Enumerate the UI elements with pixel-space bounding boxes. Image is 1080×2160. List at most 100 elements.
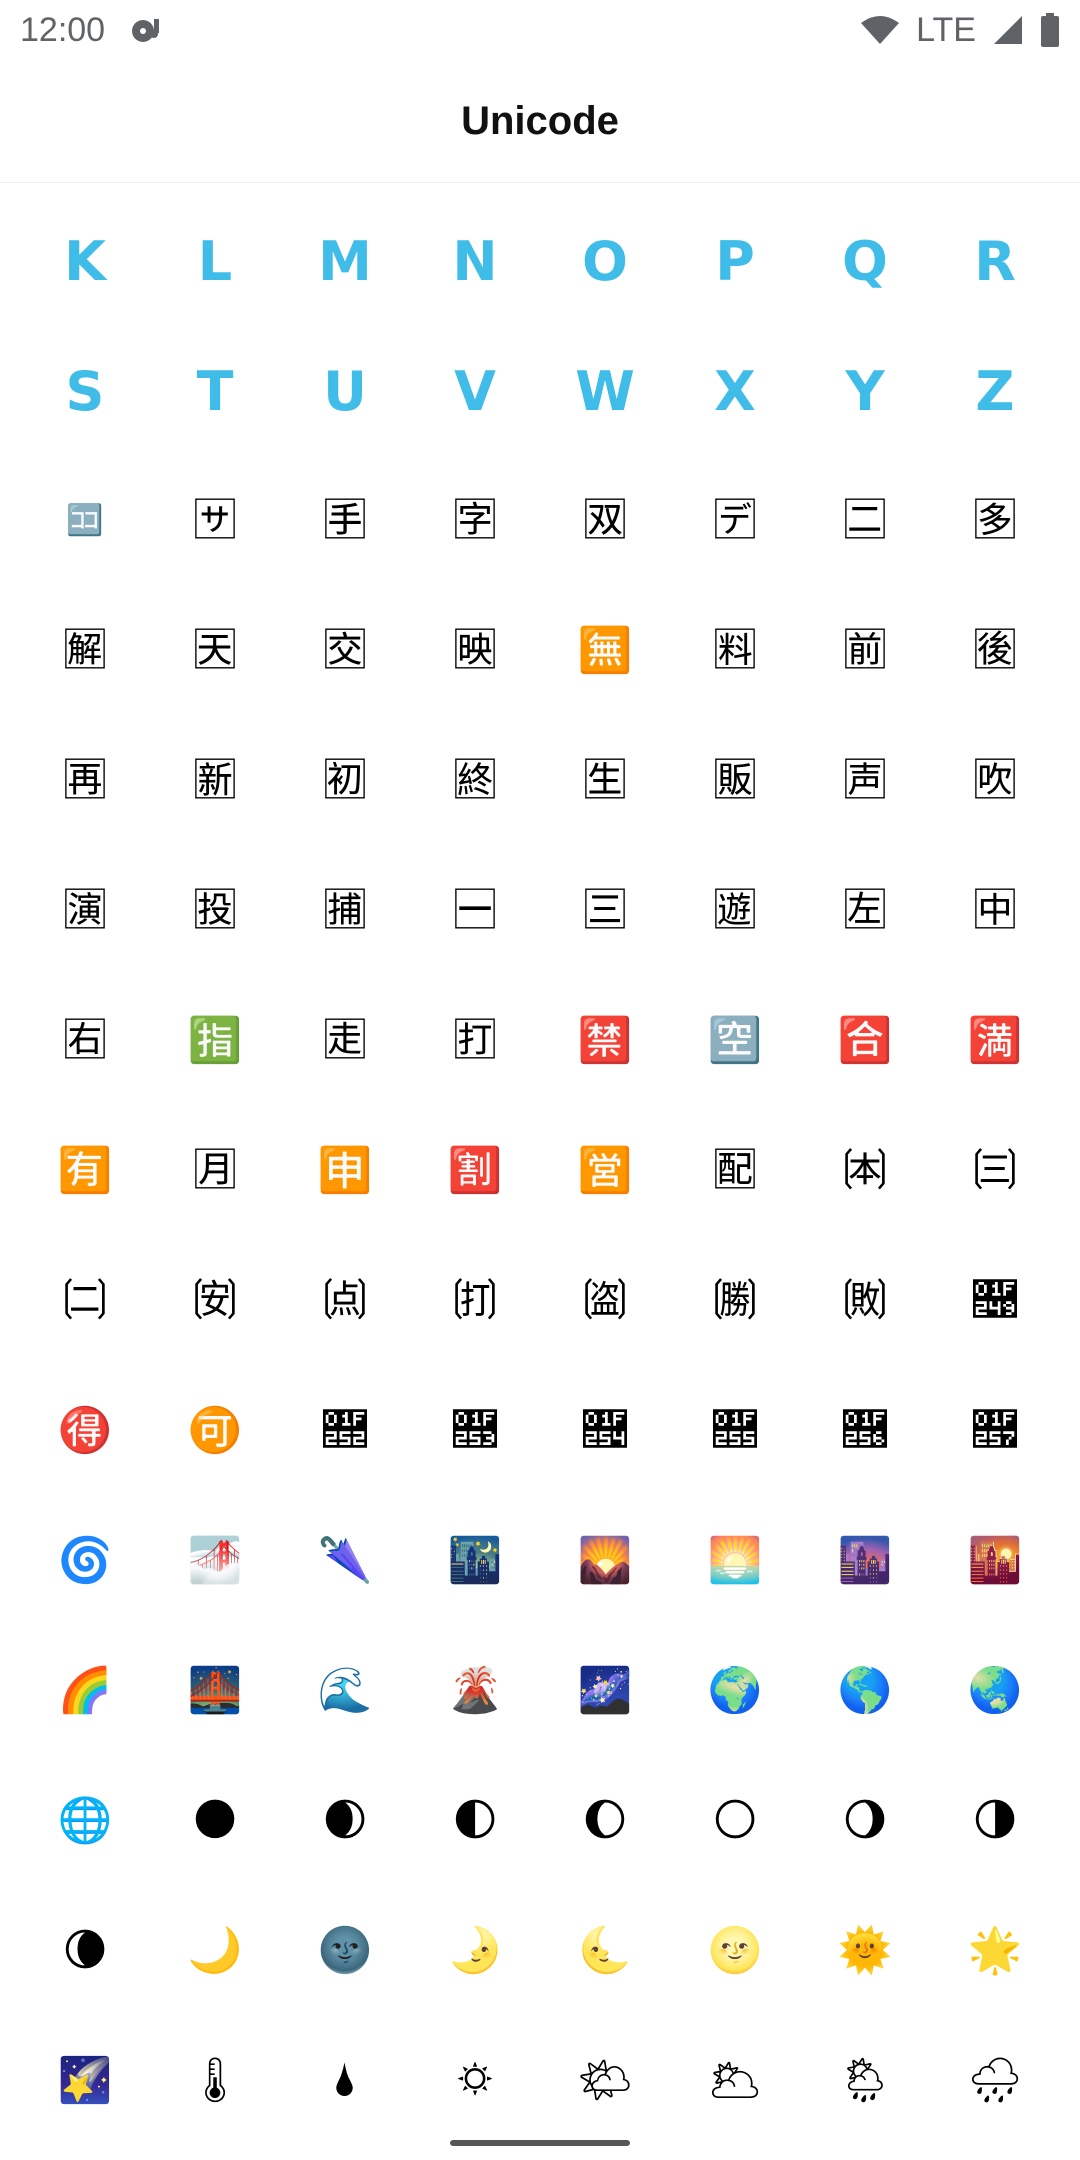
grid-cell-glyph[interactable]: 🈱 <box>410 976 540 1106</box>
grid-cell-letter[interactable]: O <box>540 196 670 326</box>
grid-cell-glyph[interactable]: 🌧 <box>930 2016 1060 2146</box>
grid-cell-glyph[interactable]: 🌌 <box>540 1626 670 1756</box>
grid-cell-glyph[interactable]: 🌡 <box>150 2016 280 2146</box>
grid-cell-glyph[interactable]: 🌙 <box>150 1886 280 2016</box>
grid-cell-glyph[interactable]: 🌖 <box>800 1756 930 1886</box>
grid-cell-glyph[interactable]: 🌂 <box>280 1496 410 1626</box>
grid-cell-glyph[interactable]: 🌀 <box>20 1496 150 1626</box>
grid-cell-glyph[interactable]: 🌎 <box>800 1626 930 1756</box>
grid-cell-letter[interactable]: X <box>670 326 800 456</box>
grid-cell-glyph[interactable]: 🌐 <box>20 1756 150 1886</box>
grid-cell-glyph[interactable]: 🈳 <box>670 976 800 1106</box>
grid-cell-glyph[interactable]: 🌕 <box>670 1756 800 1886</box>
grid-cell-glyph[interactable]: 🉅 <box>410 1236 540 1366</box>
grid-cell-glyph[interactable]: 🌛 <box>410 1886 540 2016</box>
grid-cell-glyph[interactable]: 🈨 <box>280 846 410 976</box>
grid-cell-glyph[interactable]: 🈚 <box>540 586 670 716</box>
grid-cell-glyph[interactable]: 🉈 <box>800 1236 930 1366</box>
grid-cell-glyph[interactable]: 🌜 <box>540 1886 670 2016</box>
grid-cell-glyph[interactable]: 🌈 <box>20 1626 150 1756</box>
grid-cell-glyph[interactable]: 🈒 <box>540 456 670 586</box>
grid-cell-glyph[interactable]: 🌗 <box>930 1756 1060 1886</box>
grid-cell-glyph[interactable]: 🈡 <box>410 716 540 846</box>
grid-cell-letter[interactable]: S <box>20 326 150 456</box>
grid-cell-glyph[interactable]: 🈖 <box>20 586 150 716</box>
grid-cell-glyph[interactable]: 🌠 <box>20 2016 150 2146</box>
grid-cell-glyph[interactable]: 🉓 <box>410 1366 540 1496</box>
grid-cell-glyph[interactable]: 🈂 <box>150 456 280 586</box>
grid-cell-glyph[interactable]: 🈠 <box>280 716 410 846</box>
grid-cell-glyph[interactable]: 🌔 <box>540 1756 670 1886</box>
grid-cell-glyph[interactable]: 🈥 <box>930 716 1060 846</box>
grid-cell-glyph[interactable]: 🈦 <box>20 846 150 976</box>
grid-cell-glyph[interactable]: 🌟 <box>930 1886 1060 2016</box>
grid-cell-glyph[interactable]: 🈕 <box>930 456 1060 586</box>
grid-cell-glyph[interactable]: 🌥 <box>670 2016 800 2146</box>
grid-cell-glyph[interactable]: 🌍 <box>670 1626 800 1756</box>
grid-cell-glyph[interactable]: 🉒 <box>280 1366 410 1496</box>
grid-cell-glyph[interactable]: 🈻 <box>670 1106 800 1236</box>
grid-cell-glyph[interactable]: 🈟 <box>150 716 280 846</box>
grid-cell-letter[interactable]: P <box>670 196 800 326</box>
grid-cell-glyph[interactable]: 🈬 <box>800 846 930 976</box>
grid-cell-glyph[interactable]: 🈹 <box>410 1106 540 1236</box>
grid-cell-glyph[interactable]: 🈵 <box>930 976 1060 1106</box>
grid-cell-glyph[interactable]: 🈣 <box>670 716 800 846</box>
grid-cell-glyph[interactable]: 🈲 <box>540 976 670 1106</box>
grid-cell-glyph[interactable]: 🈑 <box>410 456 540 586</box>
grid-cell-glyph[interactable]: 🌅 <box>670 1496 800 1626</box>
grid-cell-glyph[interactable]: 🈐 <box>280 456 410 586</box>
grid-cell-glyph[interactable]: 🈘 <box>280 586 410 716</box>
grid-cell-glyph[interactable]: 🉔 <box>540 1366 670 1496</box>
grid-cell-glyph[interactable]: 🈢 <box>540 716 670 846</box>
grid-cell-glyph[interactable]: 🌓 <box>410 1756 540 1886</box>
grid-cell-glyph[interactable]: 🌤 <box>540 2016 670 2146</box>
grid-cell-glyph[interactable]: 🌒 <box>280 1756 410 1886</box>
grid-cell-letter[interactable]: K <box>20 196 150 326</box>
grid-cell-letter[interactable]: N <box>410 196 540 326</box>
navigation-gesture-handle[interactable] <box>450 2140 630 2146</box>
grid-cell-glyph[interactable]: 🈔 <box>800 456 930 586</box>
grid-cell-glyph[interactable]: 🉉 <box>930 1236 1060 1366</box>
grid-cell-glyph[interactable]: 🌁 <box>150 1496 280 1626</box>
grid-cell-glyph[interactable]: 🈧 <box>150 846 280 976</box>
grid-cell-glyph[interactable]: 🉃 <box>150 1236 280 1366</box>
grid-cell-glyph[interactable]: 🈩 <box>410 846 540 976</box>
grid-cell-glyph[interactable]: 🈯 <box>150 976 280 1106</box>
grid-cell-glyph[interactable]: 🉂 <box>20 1236 150 1366</box>
grid-cell-letter[interactable]: U <box>280 326 410 456</box>
grid-cell-glyph[interactable]: 🈪 <box>540 846 670 976</box>
grid-cell-glyph[interactable]: 🌣 <box>410 2016 540 2146</box>
grid-cell-glyph[interactable]: 🈸 <box>280 1106 410 1236</box>
grid-cell-letter[interactable]: Z <box>930 326 1060 456</box>
grid-cell-letter[interactable]: R <box>930 196 1060 326</box>
grid-cell-glyph[interactable]: 🈤 <box>800 716 930 846</box>
grid-cell-glyph[interactable]: 🉑 <box>150 1366 280 1496</box>
grid-cell-glyph[interactable]: 🌄 <box>540 1496 670 1626</box>
grid-cell-glyph[interactable]: 🈰 <box>280 976 410 1106</box>
grid-cell-glyph[interactable]: 🈫 <box>670 846 800 976</box>
grid-cell-glyph[interactable]: 🌑 <box>150 1756 280 1886</box>
grid-cell-glyph[interactable]: 🉁 <box>930 1106 1060 1236</box>
grid-cell-glyph[interactable]: 🌃 <box>410 1496 540 1626</box>
grid-cell-glyph[interactable]: 🈝 <box>930 586 1060 716</box>
grid-cell-glyph[interactable]: 🉕 <box>670 1366 800 1496</box>
grid-cell-letter[interactable]: T <box>150 326 280 456</box>
grid-cell-glyph[interactable]: 🉐 <box>20 1366 150 1496</box>
grid-cell-glyph[interactable]: 🌘 <box>20 1886 150 2016</box>
grid-cell-glyph[interactable]: 🈷 <box>150 1106 280 1236</box>
grid-cell-glyph[interactable]: 🈛 <box>670 586 800 716</box>
grid-cell-letter[interactable]: W <box>540 326 670 456</box>
grid-cell-glyph[interactable]: 🌝 <box>670 1886 800 2016</box>
grid-cell-glyph[interactable]: 🉀 <box>800 1106 930 1236</box>
grid-cell-glyph[interactable]: 🉖 <box>800 1366 930 1496</box>
grid-cell-letter[interactable]: Y <box>800 326 930 456</box>
grid-cell-glyph[interactable]: 🌞 <box>800 1886 930 2016</box>
grid-cell-glyph[interactable]: 🌢 <box>280 2016 410 2146</box>
grid-cell-glyph[interactable]: 🈓 <box>670 456 800 586</box>
grid-cell-glyph[interactable]: 🈗 <box>150 586 280 716</box>
grid-cell-glyph[interactable]: 🈶 <box>20 1106 150 1236</box>
grid-cell-glyph[interactable]: 🈮 <box>20 976 150 1106</box>
grid-cell-glyph[interactable]: 🌆 <box>800 1496 930 1626</box>
grid-cell-glyph[interactable]: 🌏 <box>930 1626 1060 1756</box>
